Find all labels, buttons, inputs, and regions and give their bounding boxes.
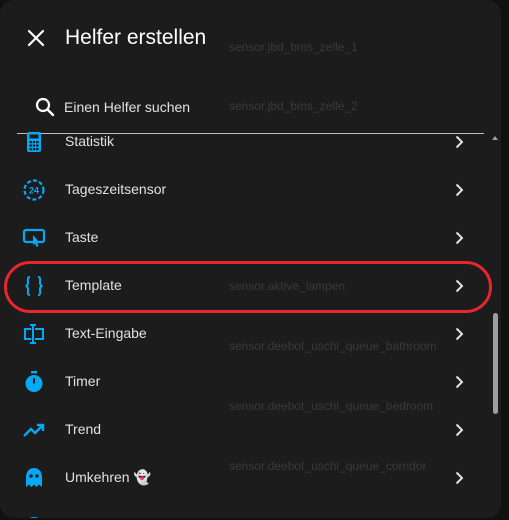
- chevron-right-icon: [455, 471, 464, 485]
- list-item-text-eingabe[interactable]: Text-Eingabe: [0, 310, 492, 358]
- timer-icon: [25, 371, 43, 392]
- code-braces-icon: [25, 276, 43, 296]
- list-item-label: Tageszeitsensor: [65, 181, 167, 197]
- trending-up-icon: [23, 423, 45, 437]
- list-item-label: Statistik: [65, 133, 115, 149]
- chevron-right-icon: [455, 135, 464, 149]
- list-item-label: Text-Eingabe: [65, 325, 147, 341]
- list-item-template[interactable]: Template: [0, 262, 492, 310]
- chevron-right-icon: [455, 375, 464, 389]
- chevron-right-icon: [455, 423, 464, 437]
- search-icon: [35, 97, 55, 117]
- svg-text:24: 24: [29, 186, 39, 196]
- chevron-right-icon: [455, 279, 464, 293]
- clock-24-icon: 24: [23, 179, 45, 201]
- background-entity-label: sensor.jbd_bms_zelle_1: [229, 40, 358, 54]
- close-button[interactable]: [22, 24, 50, 52]
- gesture-tap-button-icon: [22, 228, 46, 247]
- chevron-right-icon: [455, 183, 464, 197]
- list-item-trend[interactable]: Trend: [0, 406, 492, 454]
- partial-item-icon: [29, 517, 39, 518]
- create-helper-dialog: sensor.jbd_bms_zelle_1 sensor.jbd_bms_ze…: [0, 0, 501, 518]
- list-item-label: Taste: [65, 229, 99, 245]
- chevron-right-icon: [455, 231, 464, 245]
- calculator-icon: [27, 132, 41, 152]
- close-icon: [27, 29, 45, 47]
- dialog-title: Helfer erstellen: [65, 26, 207, 49]
- list-item-tageszeitsensor[interactable]: 24 Tageszeitsensor: [0, 166, 492, 214]
- form-textbox-icon: [24, 324, 44, 344]
- scrollbar-thumb[interactable]: [493, 313, 498, 414]
- list-item-timer[interactable]: Timer: [0, 358, 492, 406]
- list-item-label: Timer: [65, 373, 101, 389]
- chevron-right-icon: [455, 327, 464, 341]
- helper-list: sensor.aktive_lampen sensor.deebot_uschi…: [0, 120, 501, 518]
- ghost-icon: [26, 468, 42, 487]
- list-item-label: Trend: [65, 421, 102, 437]
- list-item-label: Template: [65, 277, 122, 293]
- scroll-up-arrow-icon[interactable]: [491, 134, 499, 142]
- list-item-umkehren[interactable]: Umkehren 👻: [0, 454, 492, 502]
- list-item-taste[interactable]: Taste: [0, 214, 492, 262]
- list-item-label: Umkehren 👻: [65, 469, 151, 485]
- list-item-statistik[interactable]: Statistik: [0, 120, 492, 166]
- search-input[interactable]: [64, 94, 464, 120]
